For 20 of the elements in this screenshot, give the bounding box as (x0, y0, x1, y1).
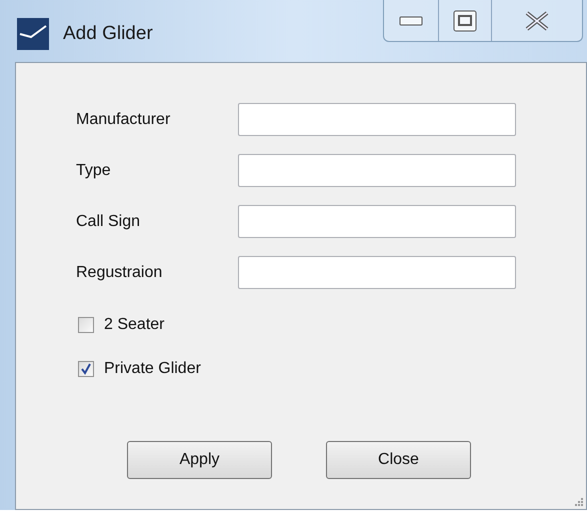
checkbox-label: Private Glider (104, 359, 201, 379)
text-field[interactable] (238, 205, 516, 238)
app-icon (17, 18, 49, 50)
minimize-icon (399, 16, 423, 26)
text-field[interactable] (238, 256, 516, 289)
field-label: Manufacturer (76, 110, 172, 130)
window-title: Add Glider (63, 22, 153, 46)
field-label: Call Sign (76, 212, 142, 232)
close-icon (524, 10, 550, 30)
field-label: Regustraion (76, 262, 164, 282)
checkbox-label: 2 Seater (104, 315, 164, 335)
checkbox[interactable] (78, 361, 94, 377)
apply-button[interactable]: Apply (127, 441, 272, 479)
resize-grip-icon (574, 497, 584, 507)
maximize-icon (453, 10, 477, 32)
field-label: Type (76, 160, 112, 180)
close-dialog-button[interactable]: Close (326, 441, 471, 479)
checkbox[interactable] (78, 317, 94, 333)
text-field[interactable] (238, 103, 516, 136)
text-field[interactable] (238, 154, 516, 187)
